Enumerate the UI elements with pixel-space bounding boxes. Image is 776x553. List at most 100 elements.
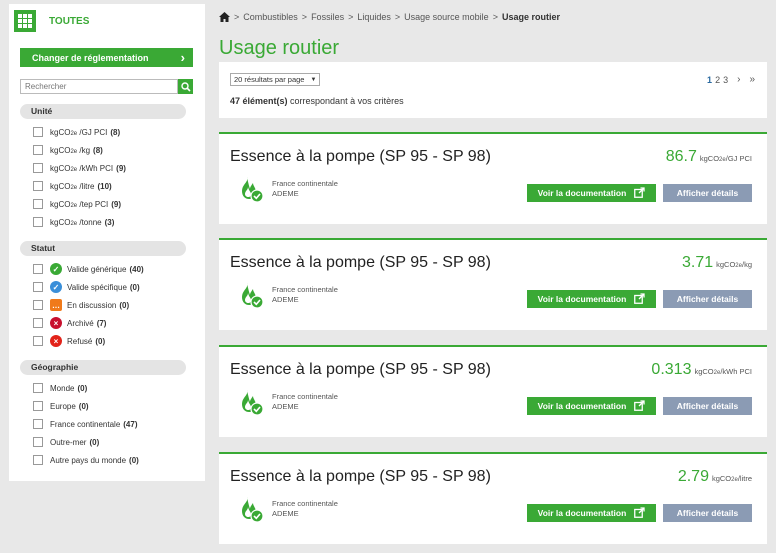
page-link-1[interactable]: 1	[707, 75, 712, 85]
show-details-button[interactable]: Afficher détails	[663, 504, 752, 522]
unit-suffix: /GJ PCI	[77, 127, 108, 137]
unit-option[interactable]: kgCO2e /kWh PCI (9)	[9, 159, 205, 177]
status-option-label: Refusé	[67, 336, 93, 346]
unit-option[interactable]: kgCO2e /GJ PCI (8)	[9, 123, 205, 141]
result-count: 47 élément(s) correspondant à vos critèr…	[230, 96, 404, 106]
unit-option-label: kgCO2e /kg	[50, 146, 90, 155]
status-option[interactable]: ✓ Valide générique (40)	[9, 260, 205, 278]
card-title[interactable]: Essence à la pompe (SP 95 - SP 98)	[230, 148, 491, 166]
status-option-label: Valide spécifique	[67, 282, 127, 292]
breadcrumb-link[interactable]: Combustibles	[243, 12, 298, 22]
emission-factor-card: Essence à la pompe (SP 95 - SP 98) 3.71 kg…	[219, 238, 767, 330]
geography-option[interactable]: Autre pays du monde (0)	[9, 451, 205, 469]
logo-row[interactable]: TOUTES	[9, 4, 205, 38]
view-documentation-button[interactable]: Voir la documentation	[527, 397, 656, 415]
unit-option-label: kgCO2e /GJ PCI	[50, 128, 107, 137]
unit-prefix: kgCO	[50, 127, 71, 137]
checkbox[interactable]	[33, 318, 43, 328]
checkbox[interactable]	[33, 401, 43, 411]
home-icon[interactable]	[219, 12, 230, 22]
external-link-icon	[634, 506, 645, 520]
show-details-label: Afficher détails	[676, 188, 739, 198]
geography-option-count: (0)	[78, 401, 89, 411]
show-details-button[interactable]: Afficher détails	[663, 184, 752, 202]
view-documentation-button[interactable]: Voir la documentation	[527, 290, 656, 308]
unit-option[interactable]: kgCO2e /tonne (3)	[9, 213, 205, 231]
page-link-3[interactable]: 3	[723, 75, 728, 85]
card-source: ADEME	[272, 402, 299, 411]
page-link-2[interactable]: 2	[715, 75, 720, 85]
card-source: ADEME	[272, 189, 299, 198]
unit-prefix: kgCO	[50, 145, 71, 155]
change-regulation-button[interactable]: Changer de réglementation ›	[20, 48, 193, 67]
checkbox[interactable]	[33, 163, 43, 173]
per-page-select[interactable]: 20 résultats par page ▼	[230, 73, 321, 86]
breadcrumb-separator: >	[301, 12, 308, 22]
unit-prefix: kgCO	[50, 199, 71, 209]
checkbox[interactable]	[33, 437, 43, 447]
checkbox[interactable]	[33, 336, 43, 346]
card-geography: France continentale	[272, 285, 338, 294]
unit-option[interactable]: kgCO2e /tep PCI (9)	[9, 195, 205, 213]
status-option[interactable]: × Archivé (7)	[9, 314, 205, 332]
card-source: ADEME	[272, 509, 299, 518]
search-button[interactable]	[178, 79, 193, 94]
checkbox[interactable]	[33, 282, 43, 292]
checkbox[interactable]	[33, 127, 43, 137]
unit-option-label: kgCO2e /litre	[50, 182, 94, 191]
view-documentation-button[interactable]: Voir la documentation	[527, 504, 656, 522]
show-details-button[interactable]: Afficher détails	[663, 397, 752, 415]
unit-suffix: /tep PCI	[77, 199, 109, 209]
card-title[interactable]: Essence à la pompe (SP 95 - SP 98)	[230, 254, 491, 272]
unit-subscript: 2e	[719, 157, 726, 163]
status-option[interactable]: ✓ Valide spécifique (0)	[9, 278, 205, 296]
search-input[interactable]	[20, 79, 178, 94]
next-page-icon[interactable]: ›	[737, 74, 740, 85]
checkbox[interactable]	[33, 383, 43, 393]
view-documentation-button[interactable]: Voir la documentation	[527, 184, 656, 202]
checkbox[interactable]	[33, 264, 43, 274]
emission-value-unit: kgCO2e/kg	[716, 260, 752, 269]
checkbox[interactable]	[33, 145, 43, 155]
unit-option-label: kgCO2e /tonne	[50, 218, 102, 227]
unit-subscript: 2e	[731, 477, 738, 483]
show-details-button[interactable]: Afficher détails	[663, 290, 752, 308]
breadcrumb-link[interactable]: Fossiles	[311, 12, 344, 22]
check-circle-icon: ✓	[50, 281, 62, 293]
unit-prefix: kgCO	[711, 474, 732, 483]
geography-option-count: (0)	[89, 437, 100, 447]
card-title[interactable]: Essence à la pompe (SP 95 - SP 98)	[230, 468, 491, 486]
view-documentation-label: Voir la documentation	[537, 401, 627, 411]
search-bar	[20, 79, 193, 94]
unit-option[interactable]: kgCO2e /kg (8)	[9, 141, 205, 159]
status-option[interactable]: × Refusé (0)	[9, 332, 205, 350]
card-geography: France continentale	[272, 179, 338, 188]
geography-option[interactable]: France continentale (47)	[9, 415, 205, 433]
breadcrumb: > Combustibles > Fossiles > Liquides > Usage so…	[219, 12, 560, 22]
checkbox[interactable]	[33, 419, 43, 429]
unit-option[interactable]: kgCO2e /litre (10)	[9, 177, 205, 195]
status-option[interactable]: … En discussion (0)	[9, 296, 205, 314]
grid-logo-icon	[14, 10, 36, 32]
unit-option-count: (9)	[111, 199, 122, 209]
card-title[interactable]: Essence à la pompe (SP 95 - SP 98)	[230, 361, 491, 379]
card-geography: France continentale	[272, 499, 338, 508]
checkbox[interactable]	[33, 455, 43, 465]
geography-option[interactable]: Outre-mer (0)	[9, 433, 205, 451]
status-options: ✓ Valide générique (40) ✓ Valide spécifique(…	[9, 260, 205, 350]
last-page-icon[interactable]: »	[749, 74, 755, 85]
geography-option[interactable]: Monde (0)	[9, 379, 205, 397]
show-details-label: Afficher détails	[676, 508, 739, 518]
unit-suffix: /kg	[741, 260, 752, 269]
breadcrumb-link[interactable]: Liquides	[357, 12, 391, 22]
breadcrumb-link[interactable]: Usage source mobile	[404, 12, 489, 22]
unit-suffix: /kWh PCI	[77, 163, 114, 173]
checkbox[interactable]	[33, 217, 43, 227]
status-option-count: (40)	[129, 264, 144, 274]
geography-option[interactable]: Europe (0)	[9, 397, 205, 415]
flame-validated-icon	[236, 388, 264, 416]
checkbox[interactable]	[33, 199, 43, 209]
unit-option-count: (9)	[116, 163, 126, 173]
checkbox[interactable]	[33, 181, 43, 191]
checkbox[interactable]	[33, 300, 43, 310]
